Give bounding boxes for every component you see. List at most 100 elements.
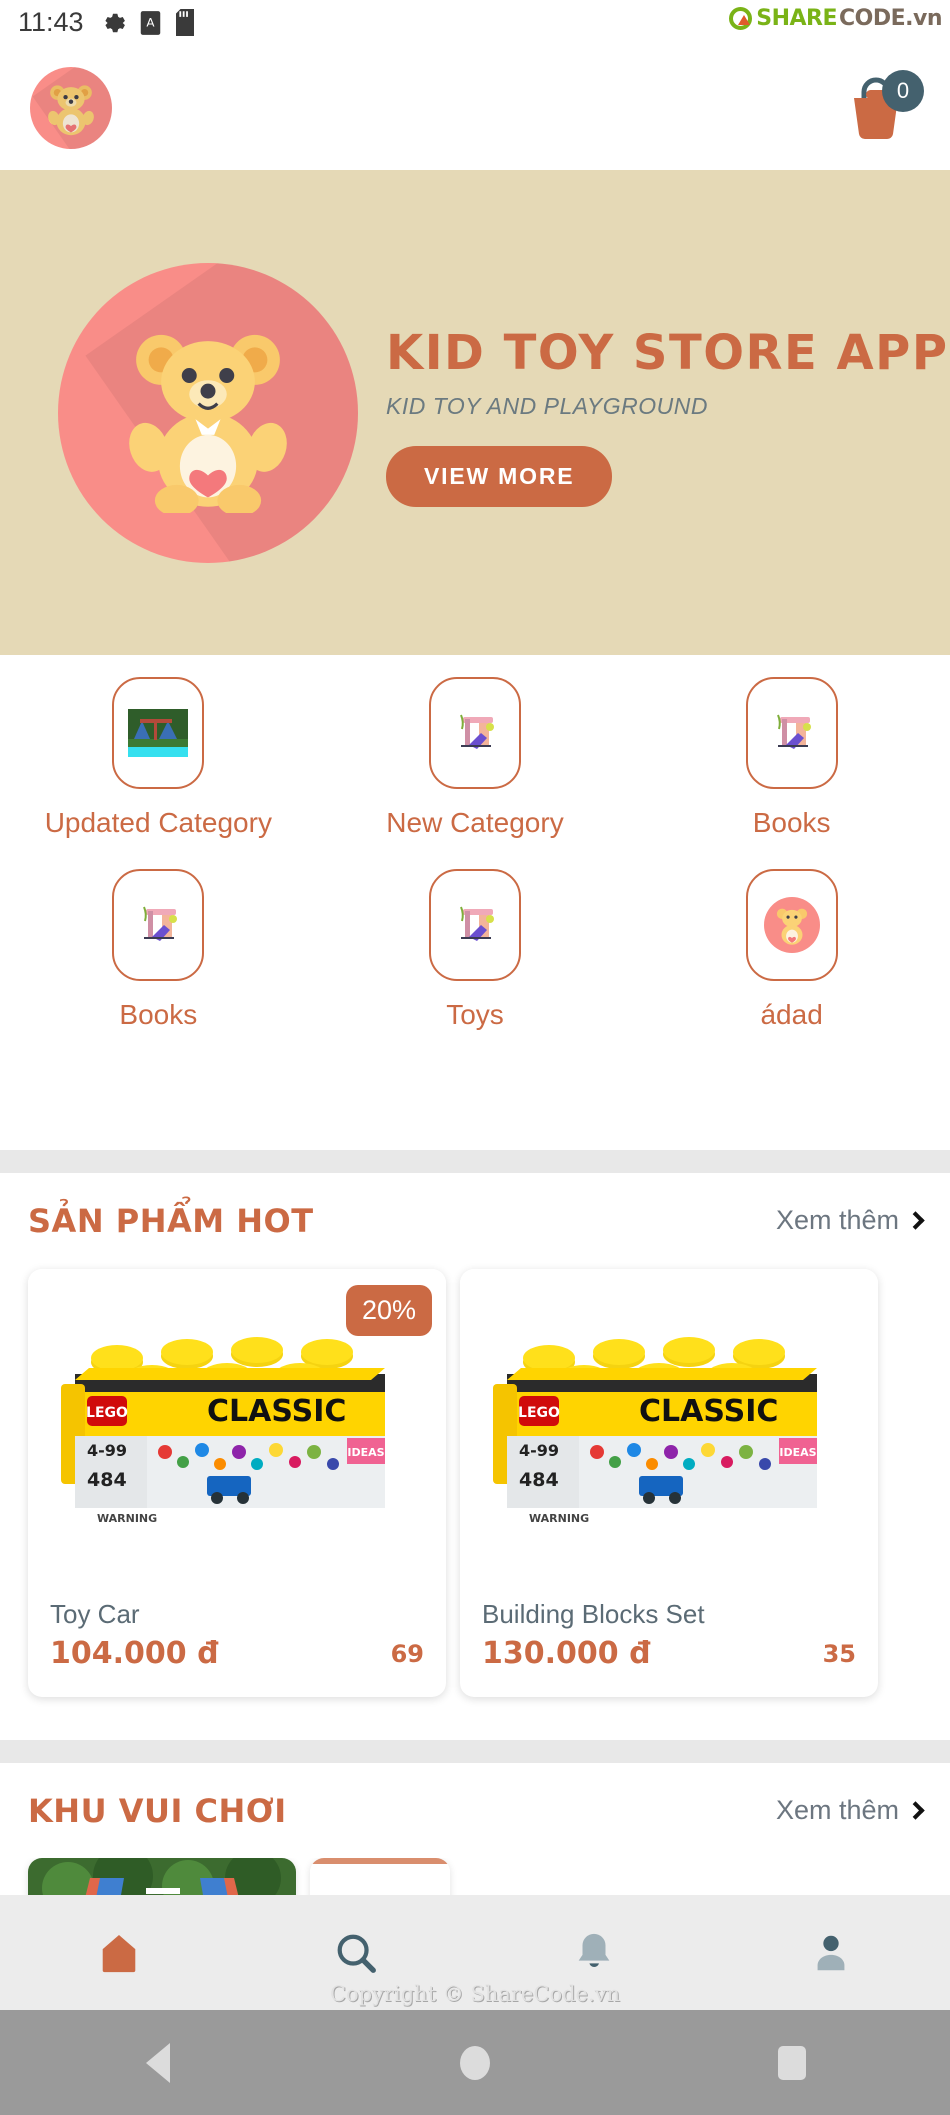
playground-see-more[interactable]: Xem thêm [775, 1795, 925, 1826]
teddy-bear-logo-icon [48, 84, 94, 135]
recents-square-icon [777, 2045, 806, 2080]
product-quantity: 69 [390, 1640, 424, 1668]
swing-illustration-icon [460, 906, 494, 941]
product-name: Building Blocks Set [482, 1599, 705, 1629]
banner-subtitle: KID TOY AND PLAYGROUND [386, 392, 708, 419]
category-item-toys[interactable]: Toys [317, 869, 634, 1031]
status-time: 11:43 [18, 7, 84, 37]
bottom-watermark: Copyright © ShareCode.vn [329, 1982, 621, 2006]
product-card[interactable]: LEGO CLASSIC 4-99 484 IDEAS WARNING Buil… [460, 1269, 878, 1697]
app-screen: 11:43 A SHARE CODE.vn 0 KID TOY STORE AP… [0, 0, 950, 2115]
hot-products-see-more[interactable]: Xem thêm [775, 1205, 925, 1236]
category-grid: Updated Category New Category Books Book… [0, 655, 950, 1150]
watermark-green-text: SHARE [756, 6, 837, 31]
view-more-button[interactable]: VIEW MORE [386, 445, 613, 507]
section-divider-2 [0, 1740, 950, 1763]
section-title: SẢN PHẨM HOT [28, 1201, 314, 1240]
person-icon [817, 1935, 845, 1970]
back-triangle-icon [146, 2042, 171, 2083]
sd-card-icon [175, 9, 194, 36]
app-logo[interactable] [30, 66, 112, 149]
category-label: New Category [386, 807, 564, 838]
svg-text:WARNING: WARNING [529, 1512, 589, 1525]
playground-header: KHU VUI CHƠI Xem thêm [0, 1763, 950, 1858]
category-tile [112, 869, 205, 981]
android-navigation-bar [0, 2010, 950, 2115]
hot-products-header: SẢN PHẨM HOT Xem thêm [0, 1173, 950, 1268]
product-quantity: 35 [822, 1640, 856, 1668]
category-item-new-category[interactable]: New Category [317, 677, 634, 839]
product-price: 130.000 đ [482, 1636, 651, 1671]
sharecode-logo-icon [729, 7, 753, 30]
category-label: Toys [446, 999, 504, 1030]
category-row-2: Books Toys ádad [0, 869, 950, 1031]
status-bar-left-icons: A [100, 9, 195, 36]
discount-badge: 20% [345, 1285, 432, 1336]
sharecode-watermark-top: SHARE CODE.vn [729, 6, 943, 31]
svg-text:IDEAS: IDEAS [779, 1446, 816, 1459]
category-label: Books [752, 807, 831, 838]
category-label: Books [119, 999, 198, 1030]
see-more-label: Xem thêm [775, 1205, 899, 1235]
banner-bear-image [58, 262, 358, 563]
svg-text:4-99: 4-99 [519, 1441, 559, 1460]
promo-banner: KID TOY STORE APP KID TOY AND PLAYGROUND… [0, 170, 950, 655]
teddy-bear-glyph-icon [776, 908, 807, 945]
nav-item-search[interactable] [238, 1930, 476, 1976]
svg-text:LEGO: LEGO [86, 1405, 128, 1421]
nav-item-notifications[interactable] [475, 1930, 713, 1976]
watermark-gray-text: CODE.vn [839, 6, 943, 31]
lego-classic-box-image: LEGO CLASSIC 4-99 484 IDEAS WARNING [493, 1337, 817, 1526]
svg-text:A: A [146, 15, 155, 29]
chevron-right-icon [906, 1211, 925, 1230]
nav-item-profile[interactable] [713, 1930, 950, 1976]
teddy-bear-banner-icon [129, 334, 287, 513]
home-icon [102, 1934, 136, 1972]
cart-badge-count: 0 [882, 69, 924, 112]
svg-text:WARNING: WARNING [97, 1512, 157, 1525]
android-back-button[interactable] [0, 2042, 317, 2083]
product-price: 104.000 đ [50, 1636, 219, 1671]
android-home-button[interactable] [317, 2045, 634, 2080]
category-tile [428, 677, 521, 789]
svg-text:LEGO: LEGO [518, 1405, 560, 1421]
category-item-books[interactable]: Books [633, 677, 950, 839]
product-info: Building Blocks Set 130.000 đ 35 [460, 1599, 878, 1671]
font-size-icon: A [140, 10, 160, 35]
category-label: Updated Category [44, 807, 272, 838]
status-bar: 11:43 A SHARE CODE.vn [0, 0, 950, 45]
search-icon [337, 1934, 377, 1973]
product-info: Toy Car 104.000 đ 69 [28, 1599, 446, 1671]
nav-item-home[interactable] [0, 1930, 238, 1976]
svg-text:484: 484 [519, 1469, 559, 1491]
swing-illustration-icon [460, 714, 494, 749]
category-row-1: Updated Category New Category Books [0, 677, 950, 839]
category-item-books-2[interactable]: Books [0, 869, 317, 1031]
android-recents-button[interactable] [633, 2045, 950, 2080]
category-item-adad[interactable]: ádad [633, 869, 950, 1031]
section-title: KHU VUI CHƠI [28, 1791, 287, 1830]
category-tile [745, 677, 838, 789]
hot-products-rail[interactable]: 20% LEGO CLASSIC 4-99 484 IDEAS WARNING … [0, 1255, 950, 1710]
banner-title: KID TOY STORE APP [386, 325, 949, 382]
category-label: ádad [760, 999, 823, 1030]
lego-classic-box-image: LEGO CLASSIC 4-99 484 IDEAS WARNING [61, 1337, 385, 1526]
category-tile [112, 677, 205, 789]
svg-text:CLASSIC: CLASSIC [207, 1394, 346, 1429]
svg-text:CLASSIC: CLASSIC [639, 1394, 778, 1429]
chevron-right-icon [906, 1801, 925, 1820]
svg-text:4-99: 4-99 [87, 1441, 127, 1460]
app-header: 0 [0, 45, 950, 170]
see-more-label: Xem thêm [775, 1795, 899, 1825]
svg-text:484: 484 [87, 1469, 127, 1491]
category-item-updated-category[interactable]: Updated Category [0, 677, 317, 839]
product-image-box: LEGO CLASSIC 4-99 484 IDEAS WARNING [460, 1269, 878, 1599]
bell-icon [578, 1933, 610, 1967]
swing-illustration-icon [776, 714, 811, 749]
teddy-bear-icon [763, 897, 820, 953]
home-circle-icon [459, 2045, 490, 2080]
cart-button[interactable]: 0 [840, 69, 924, 144]
playground-photo-icon [128, 709, 189, 757]
product-card[interactable]: 20% LEGO CLASSIC 4-99 484 IDEAS WARNING … [28, 1269, 446, 1697]
product-name: Toy Car [50, 1599, 140, 1629]
